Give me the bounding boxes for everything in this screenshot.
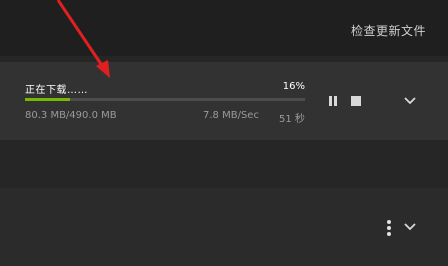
download-card (0, 62, 448, 140)
chevron-down-icon[interactable] (404, 97, 416, 105)
pause-icon[interactable] (327, 95, 339, 107)
kebab-menu-icon[interactable] (386, 220, 392, 236)
time-remaining: 51 秒 (279, 114, 305, 125)
download-speed: 7.8 MB/Sec (203, 110, 259, 121)
download-progress-bar (25, 98, 305, 101)
download-status-text: 正在下载…… (25, 85, 88, 96)
download-progress-fill (25, 98, 70, 101)
check-updates-link[interactable]: 检查更新文件 (351, 22, 426, 39)
secondary-card (0, 188, 448, 266)
chevron-down-icon[interactable] (404, 223, 416, 231)
stop-icon[interactable] (351, 96, 361, 106)
downloaded-size: 80.3 MB/490.0 MB (25, 110, 117, 121)
download-percent: 16% (282, 81, 305, 92)
